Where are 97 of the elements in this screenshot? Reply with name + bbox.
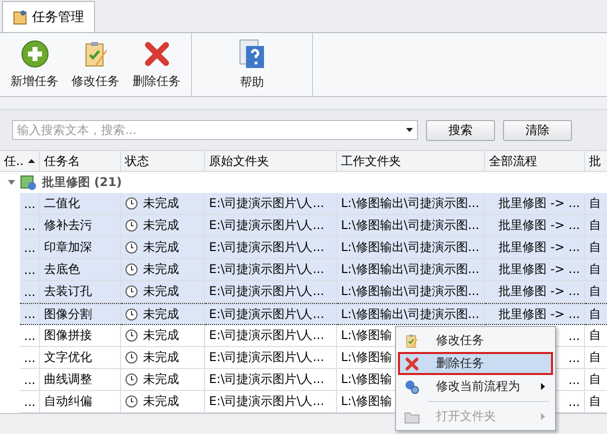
table-cell: E:\司捷演示图片\人... (205, 325, 337, 347)
group-label: 批里修图 (21) (42, 174, 122, 191)
ribbon-button[interactable]: 修改任务 (65, 33, 126, 96)
table-cell: L:\修图输出\司捷演示图... (337, 237, 485, 259)
search-bar-button[interactable]: 清除 (503, 120, 572, 140)
table-cell: ... (20, 237, 40, 259)
clock-icon (125, 329, 138, 342)
table-cell: ... (20, 259, 40, 281)
table-cell: 批里修图 -> ... (485, 237, 585, 259)
table-cell: 修补去污 (40, 215, 121, 237)
group-icon (20, 174, 37, 190)
table-cell: E:\司捷演示图片\人... (205, 215, 337, 237)
column-header[interactable]: 任务名 (40, 151, 121, 171)
folder-icon (404, 410, 420, 424)
table-cell: 去底色 (40, 259, 121, 281)
table-cell: 曲线调整 (40, 369, 121, 391)
table-cell: 图像分割 (40, 303, 121, 325)
table-cell: E:\司捷演示图片\人... (205, 303, 337, 325)
help-document-icon (237, 38, 267, 70)
status-text: 未完成 (143, 393, 179, 410)
clock-icon (125, 351, 138, 364)
clock-icon (125, 197, 138, 210)
table-cell: E:\司捷演示图片\人... (205, 369, 337, 391)
status-text: 未完成 (143, 217, 179, 234)
table-cell: 二值化 (40, 193, 121, 215)
submenu-arrow-icon (541, 383, 545, 390)
column-header[interactable]: 全部流程 (485, 151, 585, 171)
expand-triangle-icon[interactable] (8, 179, 15, 186)
table-cell: 去装订孔 (40, 281, 121, 303)
clock-icon (125, 308, 138, 320)
table-cell: 自 (585, 193, 607, 215)
ribbon-button[interactable]: 新增任务 (4, 33, 65, 96)
table-cell: ... (20, 347, 40, 369)
table-cell: 自 (585, 281, 607, 303)
table-cell: 批里修图 -> ... (485, 215, 585, 237)
tab[interactable]: 任务管理 (2, 1, 95, 32)
status-text: 未完成 (143, 327, 179, 344)
column-header[interactable]: 批 (585, 151, 607, 171)
table-cell: 批里修图 -> ... (485, 193, 585, 215)
table-cell: L:\修图输出\司捷演示图... (337, 303, 485, 325)
column-header[interactable]: 状态 (121, 151, 205, 171)
notepad-icon (13, 10, 27, 24)
clock-icon (125, 241, 138, 254)
table-cell: ... (20, 325, 40, 347)
table-cell: ... (20, 391, 40, 413)
table-cell: 自 (585, 259, 607, 281)
table-cell: 自 (585, 237, 607, 259)
submenu-arrow-icon (541, 413, 545, 420)
table-cell: ... (20, 215, 40, 237)
table-cell: L:\修图输出\司捷演示图... (337, 215, 485, 237)
table-cell: E:\司捷演示图片\人... (205, 193, 337, 215)
clock-icon (125, 373, 138, 386)
clock-icon (125, 219, 138, 232)
gears-icon (404, 378, 420, 394)
status-text: 未完成 (143, 306, 179, 322)
ribbon-button[interactable]: 删除任务 (126, 33, 187, 96)
sort-arrow-icon (28, 159, 35, 163)
status-text: 未完成 (143, 195, 179, 212)
table-cell: L:\修图输出\司捷演示图... (337, 281, 485, 303)
search-bar-button[interactable]: 搜索 (426, 120, 495, 140)
status-text: 未完成 (143, 371, 179, 388)
ribbon-button[interactable]: 帮助 (222, 33, 282, 96)
table-cell: 自 (585, 303, 607, 325)
table-cell: 文字优化 (40, 347, 121, 369)
table-cell: 自 (585, 215, 607, 237)
table-cell: 批里修图 -> ... (485, 281, 585, 303)
column-header[interactable]: 工作文件夹 (337, 151, 485, 171)
table-cell: 印章加深 (40, 237, 121, 259)
table-cell: E:\司捷演示图片\人... (205, 259, 337, 281)
status-text: 未完成 (143, 239, 179, 256)
menu-item[interactable]: 删除任务 (398, 352, 553, 375)
clock-icon (125, 263, 138, 276)
table-cell: E:\司捷演示图片\人... (205, 237, 337, 259)
table-cell: E:\司捷演示图片\人... (205, 347, 337, 369)
plus-icon (20, 39, 50, 69)
clock-icon (125, 285, 138, 298)
table-cell: L:\修图输出\司捷演示图... (337, 259, 485, 281)
table-cell: 批里修图 -> ... (485, 303, 585, 325)
clipboard-icon (404, 332, 420, 348)
table-cell: E:\司捷演示图片\人... (205, 391, 337, 413)
cross-icon (404, 356, 420, 372)
table-cell: ... (20, 369, 40, 391)
table-cell: ... (20, 193, 40, 215)
table-cell: ... (20, 303, 40, 325)
status-text: 未完成 (143, 349, 179, 366)
table-cell: 图像拼接 (40, 325, 121, 347)
table-cell: L:\修图输出\司捷演示图... (337, 193, 485, 215)
table-cell: 自动纠偏 (40, 391, 121, 413)
clock-icon (125, 395, 138, 408)
status-text: 未完成 (143, 283, 179, 300)
table-cell: ... (20, 281, 40, 303)
dropdown-caret-icon (406, 128, 413, 132)
status-text: 未完成 (143, 261, 179, 278)
table-cell: E:\司捷演示图片\人... (205, 281, 337, 303)
column-header[interactable]: 原始文件夹 (205, 151, 337, 171)
table-cell: 批里修图 -> ... (485, 259, 585, 281)
column-header[interactable]: 任.. (0, 151, 40, 171)
